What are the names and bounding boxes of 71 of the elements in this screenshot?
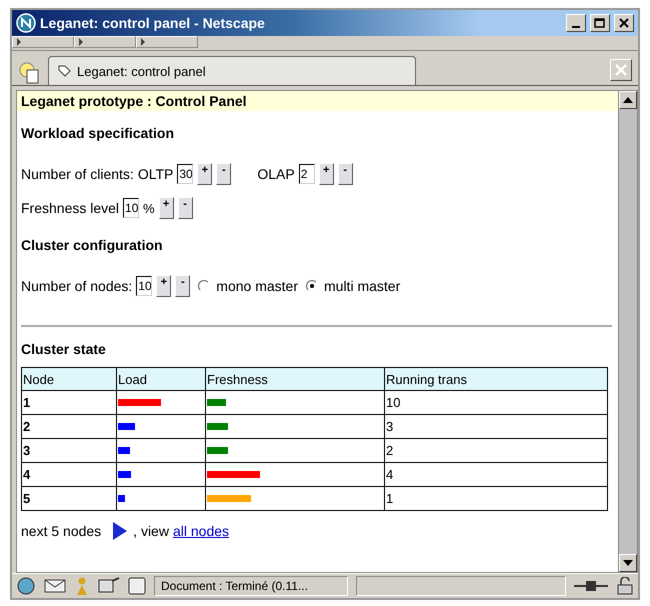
lock-icon: [616, 577, 634, 595]
close-tab-button[interactable]: [610, 59, 632, 81]
increment-button[interactable]: +: [318, 163, 334, 185]
down-arrow-icon: [623, 560, 633, 566]
field-label: OLAP: [257, 166, 295, 182]
column-header: Freshness: [206, 368, 384, 390]
maximize-icon: [594, 18, 606, 28]
table-cell: 1: [22, 390, 116, 414]
connection-icon: [574, 579, 608, 593]
toolbar-grip[interactable]: [12, 36, 74, 48]
maximize-button[interactable]: [590, 14, 610, 32]
decrement-button[interactable]: -: [338, 163, 353, 185]
increment-button[interactable]: +: [197, 163, 212, 185]
status-text: Document : Terminé (0.11...: [154, 576, 348, 596]
triangle-icon: [17, 38, 21, 46]
field-label: Number of clients:: [21, 166, 134, 182]
column-header: Node: [22, 368, 116, 390]
next-nodes-label: next 5 nodes: [21, 523, 102, 539]
decrement-button[interactable]: -: [216, 163, 232, 185]
window-title: Leganet: control panel - Netscape: [40, 15, 266, 31]
close-button[interactable]: [614, 14, 634, 32]
table-cell: 4: [384, 462, 608, 486]
field-label: Freshness level: [21, 200, 120, 216]
triangle-icon: [79, 38, 83, 46]
table-cell: 4: [22, 462, 116, 486]
number-field[interactable]: 10: [123, 198, 140, 218]
decrement-button[interactable]: -: [175, 275, 190, 297]
scroll-down-button[interactable]: [619, 554, 637, 572]
increment-button[interactable]: +: [158, 197, 174, 219]
table-cell: 1: [384, 486, 608, 510]
table-cell: 3: [384, 414, 608, 438]
minimize-icon: [572, 26, 580, 28]
close-icon: [619, 18, 629, 28]
next-arrow-icon[interactable]: [111, 521, 130, 541]
increment-button[interactable]: +: [156, 275, 172, 297]
close-icon: [615, 64, 627, 76]
number-field[interactable]: 30: [177, 164, 194, 184]
number-field[interactable]: 2: [298, 164, 315, 184]
all-nodes-link[interactable]: all nodes: [172, 523, 230, 539]
table-cell: 2: [384, 438, 608, 462]
section-heading: Workload specification: [21, 125, 175, 141]
table-cell: 5: [22, 486, 116, 510]
page-title: Leganet prototype : Control Panel: [17, 91, 618, 111]
view-label: , view: [133, 523, 169, 539]
field-label: OLTP: [138, 166, 174, 182]
toolbar-grip[interactable]: [74, 36, 136, 48]
radio-label: multi master: [324, 278, 400, 294]
field-label: Number of nodes:: [21, 278, 132, 294]
section-heading: Cluster configuration: [21, 237, 164, 253]
table-cell: 3: [22, 438, 116, 462]
browser-logo-icon: [16, 13, 36, 33]
table-cell: 2: [22, 414, 116, 438]
tag-icon: [57, 64, 71, 78]
minimize-button[interactable]: [566, 14, 586, 32]
toolbar-grip[interactable]: [136, 36, 198, 48]
number-field[interactable]: 10: [136, 276, 152, 296]
browser-tab[interactable]: Leganet: control panel: [48, 56, 416, 85]
triangle-icon: [141, 38, 145, 46]
column-header: Load: [116, 368, 206, 390]
globe-icon[interactable]: [16, 576, 36, 596]
composer-icon[interactable]: [98, 577, 120, 595]
column-header: Running trans: [384, 368, 608, 390]
radio-label: mono master: [216, 278, 298, 294]
table-cell: 10: [384, 390, 608, 414]
unit-label: %: [143, 200, 155, 216]
page-icon[interactable]: [128, 577, 146, 595]
up-arrow-icon: [623, 97, 633, 103]
mail-icon[interactable]: [44, 578, 66, 594]
scroll-up-button[interactable]: [619, 91, 637, 109]
decrement-button[interactable]: -: [178, 197, 193, 219]
section-heading: Cluster state: [21, 341, 107, 357]
